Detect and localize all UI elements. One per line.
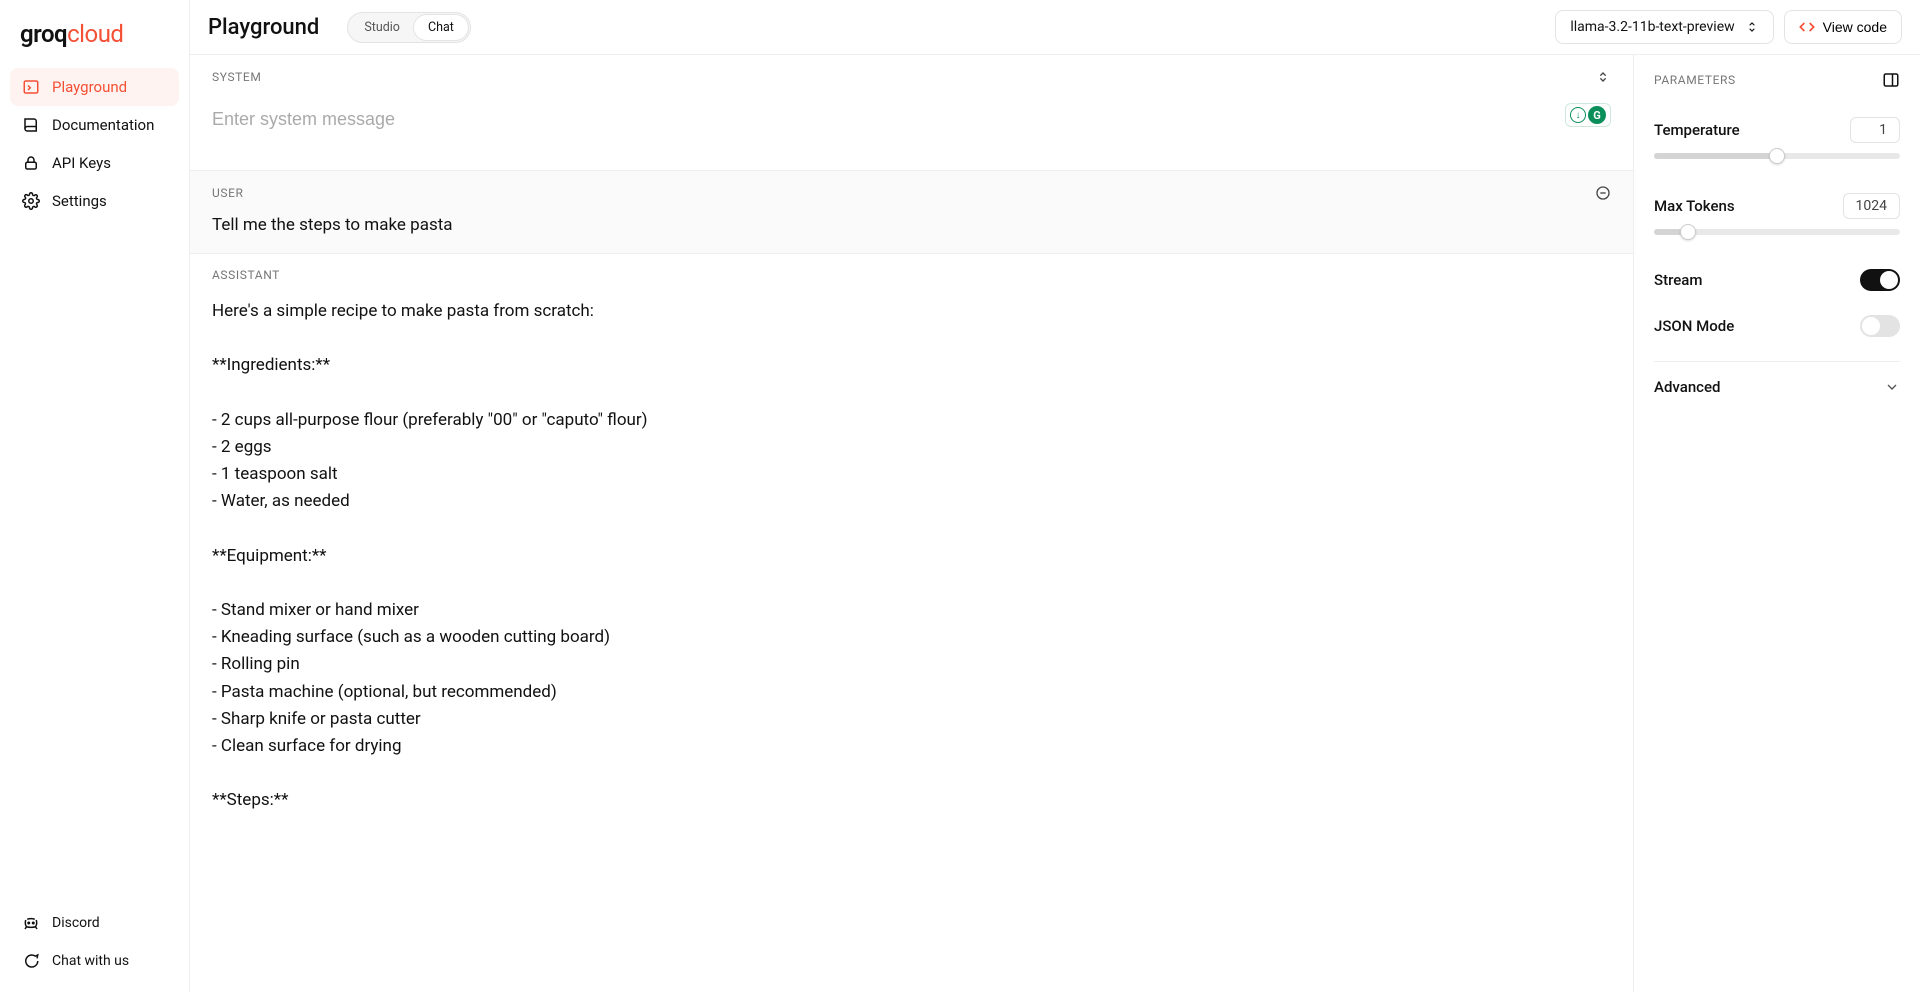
- model-selector-label: llama-3.2-11b-text-preview: [1570, 19, 1734, 35]
- parameters-panel: PARAMETERS Temperature 1: [1634, 55, 1920, 992]
- advanced-toggle[interactable]: Advanced: [1654, 378, 1900, 396]
- header: Playground Studio Chat llama-3.2-11b-tex…: [190, 0, 1920, 55]
- grammarly-badge-icon: G: [1588, 106, 1606, 124]
- sidebar-item-playground[interactable]: Playground: [10, 68, 179, 106]
- chat-icon: [22, 952, 40, 970]
- chevron-down-icon: [1884, 379, 1900, 395]
- user-message-text[interactable]: Tell me the steps to make pasta: [190, 207, 1633, 253]
- assistant-label: ASSISTANT: [212, 268, 280, 282]
- grammarly-widget[interactable]: ↓ G: [1565, 103, 1611, 127]
- sidebar-item-discord[interactable]: Discord: [10, 904, 179, 942]
- mode-segment: Studio Chat: [347, 12, 471, 43]
- param-temperature: Temperature 1: [1654, 117, 1900, 159]
- model-selector[interactable]: llama-3.2-11b-text-preview: [1555, 10, 1773, 44]
- sidebar-item-settings[interactable]: Settings: [10, 182, 179, 220]
- sidebar-item-api-keys[interactable]: API Keys: [10, 144, 179, 182]
- page-title: Playground: [208, 15, 319, 40]
- conversation-panel: SYSTEM ↓ G USER: [190, 55, 1634, 992]
- panel-toggle-icon[interactable]: [1882, 71, 1900, 89]
- gear-icon: [22, 192, 40, 210]
- parameters-heading: PARAMETERS: [1654, 73, 1736, 87]
- sidebar-item-label: Discord: [52, 915, 100, 931]
- logo-text-right: cloud: [67, 20, 123, 48]
- sidebar-item-documentation[interactable]: Documentation: [10, 106, 179, 144]
- system-label: SYSTEM: [212, 70, 261, 84]
- remove-message-icon[interactable]: [1595, 185, 1611, 201]
- sidebar: groqcloud Playground Documentation API K…: [0, 0, 190, 992]
- stream-toggle[interactable]: [1860, 269, 1900, 291]
- view-code-label: View code: [1823, 19, 1887, 35]
- assistant-message-text: Here's a simple recipe to make pasta fro…: [190, 288, 1633, 845]
- max-tokens-label: Max Tokens: [1654, 197, 1735, 215]
- sidebar-item-label: Chat with us: [52, 953, 129, 969]
- tab-chat[interactable]: Chat: [414, 15, 468, 40]
- system-message-input[interactable]: [212, 109, 1611, 130]
- terminal-icon: [22, 78, 40, 96]
- max-tokens-slider[interactable]: [1654, 229, 1900, 235]
- discord-icon: [22, 914, 40, 932]
- sidebar-item-label: Settings: [52, 192, 107, 210]
- system-section: SYSTEM ↓ G: [190, 55, 1633, 171]
- main: Playground Studio Chat llama-3.2-11b-tex…: [190, 0, 1920, 992]
- grammarly-arrow-icon: ↓: [1570, 107, 1586, 123]
- assistant-section: ASSISTANT Here's a simple recipe to make…: [190, 254, 1633, 845]
- max-tokens-value[interactable]: 1024: [1843, 193, 1900, 219]
- json-mode-label: JSON Mode: [1654, 317, 1734, 335]
- sidebar-item-label: Documentation: [52, 116, 154, 134]
- collapse-icon[interactable]: [1595, 69, 1611, 85]
- user-label: USER: [212, 186, 244, 200]
- temperature-value[interactable]: 1: [1850, 117, 1900, 143]
- temperature-slider[interactable]: [1654, 153, 1900, 159]
- json-mode-toggle[interactable]: [1860, 315, 1900, 337]
- divider: [1654, 361, 1900, 362]
- sidebar-item-chat-with-us[interactable]: Chat with us: [10, 942, 179, 980]
- book-icon: [22, 116, 40, 134]
- logo-text-left: groq: [20, 20, 67, 48]
- tab-studio[interactable]: Studio: [350, 15, 414, 40]
- param-stream: Stream: [1654, 269, 1900, 291]
- view-code-button[interactable]: View code: [1784, 10, 1902, 44]
- logo: groqcloud: [10, 12, 179, 68]
- chevron-up-down-icon: [1745, 20, 1759, 34]
- sidebar-item-label: Playground: [52, 78, 127, 96]
- param-max-tokens: Max Tokens 1024: [1654, 193, 1900, 235]
- sidebar-item-label: API Keys: [52, 154, 111, 172]
- code-icon: [1799, 19, 1815, 35]
- user-section: USER Tell me the steps to make pasta: [190, 171, 1633, 254]
- param-json-mode: JSON Mode: [1654, 315, 1900, 337]
- lock-icon: [22, 154, 40, 172]
- temperature-label: Temperature: [1654, 121, 1740, 139]
- stream-label: Stream: [1654, 271, 1702, 289]
- advanced-label: Advanced: [1654, 378, 1720, 396]
